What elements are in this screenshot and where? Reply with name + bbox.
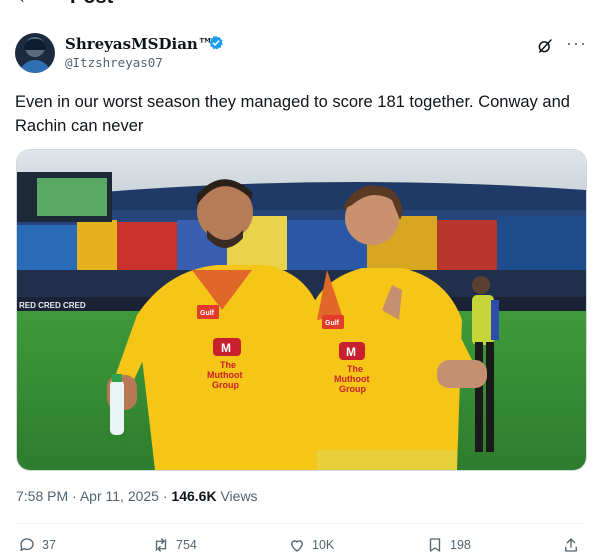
tweet-meta: 7:58 PM · Apr 11, 2025 · 146.6K Views: [16, 488, 258, 504]
like-button[interactable]: 10K: [288, 536, 334, 554]
post-time[interactable]: 7:58 PM: [16, 488, 68, 504]
reply-icon: [20, 538, 34, 551]
back-arrow-icon[interactable]: ←: [16, 0, 36, 9]
author-display-name[interactable]: ShreyasMSDian™: [65, 35, 213, 53]
bookmark-button[interactable]: 198: [426, 536, 471, 554]
board-text: RED CRED CRED: [19, 301, 86, 310]
post-date[interactable]: Apr 11, 2025: [80, 488, 159, 504]
top-bar: ← Post: [0, 0, 600, 10]
more-options-icon[interactable]: ···: [566, 33, 587, 54]
avatar-shirt: [19, 60, 51, 73]
author-handle[interactable]: @Itzshreyas07: [65, 55, 163, 70]
left-jersey-line3: Group: [212, 380, 239, 390]
share-icon: [565, 538, 577, 552]
left-sponsor-patch: Gulf: [200, 310, 215, 317]
avatar-cap: [24, 39, 46, 50]
avatar[interactable]: [15, 33, 55, 73]
right-jersey-line1: The: [347, 364, 363, 374]
photo-illustration: RED CRED CRED Gulf M The Muthoot Group G…: [17, 150, 586, 470]
right-jersey-line3: Group: [339, 384, 366, 394]
tweet-text: Even in our worst season they managed to…: [15, 93, 570, 135]
verified-badge-icon: [209, 36, 223, 50]
heart-icon: [291, 540, 303, 552]
right-jersey-line2: Muthoot: [334, 374, 369, 384]
left-jersey-logo: M: [221, 341, 231, 355]
repost-button[interactable]: 754: [152, 536, 197, 554]
meta-separator: ·: [72, 488, 77, 504]
grok-icon[interactable]: [536, 37, 554, 60]
views-label: Views: [220, 488, 258, 504]
left-jersey-line2: Muthoot: [207, 370, 242, 380]
reply-button[interactable]: 37: [18, 536, 56, 554]
right-jersey-logo: M: [346, 345, 356, 359]
bookmark-icon: [429, 538, 441, 552]
left-jersey-line1: The: [220, 360, 236, 370]
repost-icon: [155, 538, 167, 552]
action-bar: 37 754 10K 198: [16, 536, 584, 556]
page-title: Post: [70, 0, 113, 9]
tweet-media-photo[interactable]: RED CRED CRED Gulf M The Muthoot Group G…: [16, 149, 587, 471]
meta-separator-2: ·: [162, 488, 168, 504]
right-sponsor-patch: Gulf: [325, 320, 340, 327]
share-button[interactable]: [562, 536, 580, 554]
grok-glyph-icon: [538, 39, 552, 53]
views-count: 146.6K: [171, 488, 217, 504]
divider: [16, 523, 584, 524]
